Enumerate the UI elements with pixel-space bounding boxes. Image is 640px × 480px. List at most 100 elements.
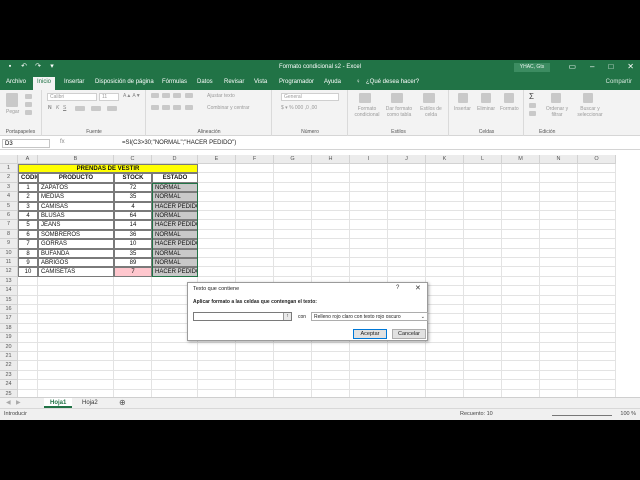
grid-cell[interactable]	[502, 258, 540, 268]
grid-cell[interactable]	[540, 192, 578, 202]
grid-cell[interactable]	[312, 220, 350, 230]
column-header[interactable]: E	[198, 155, 236, 164]
align-right-icon[interactable]	[173, 105, 181, 110]
grid-cell[interactable]	[38, 333, 114, 343]
grid-cell[interactable]	[38, 295, 114, 305]
column-header[interactable]: N	[540, 155, 578, 164]
tab-programador[interactable]: Programador	[279, 79, 314, 85]
grid-cell[interactable]	[18, 352, 38, 362]
help-icon[interactable]: ?	[396, 285, 399, 291]
grid-cell[interactable]	[464, 229, 502, 240]
table-header[interactable]: STOCK	[114, 173, 152, 183]
tab-disposicion[interactable]: Disposición de página	[95, 79, 154, 85]
row-header[interactable]: 19	[0, 333, 18, 343]
grid-cell[interactable]	[578, 229, 616, 240]
grid-cell[interactable]	[198, 164, 236, 174]
insert-function-icon[interactable]: fx	[60, 139, 65, 145]
row-header[interactable]: 15	[0, 295, 18, 305]
table-cell[interactable]: 14	[114, 220, 152, 230]
grid-cell[interactable]	[426, 220, 464, 230]
grid-cell[interactable]	[198, 352, 236, 362]
find-select-icon[interactable]	[583, 93, 593, 103]
grid-cell[interactable]	[426, 342, 464, 352]
grid-cell[interactable]	[350, 211, 388, 221]
grid-cell[interactable]	[38, 305, 114, 315]
grid-cell[interactable]	[540, 220, 578, 230]
grid-cell[interactable]	[578, 286, 616, 296]
grid-cell[interactable]	[198, 201, 236, 211]
grid-cell[interactable]	[540, 361, 578, 371]
grid-cell[interactable]	[312, 164, 350, 174]
table-cell[interactable]: 10	[18, 267, 38, 277]
format-cells-button[interactable]: Formato	[500, 106, 519, 112]
grid-cell[interactable]	[540, 239, 578, 249]
grid-cell[interactable]	[426, 182, 464, 193]
grid-cell[interactable]	[426, 352, 464, 362]
number-buttons[interactable]: $ ▾ % 000 ,0 ,00	[281, 105, 317, 111]
grid-cell[interactable]	[198, 229, 236, 240]
grid-cell[interactable]	[540, 267, 578, 277]
grid-cell[interactable]	[350, 342, 388, 352]
column-header[interactable]: D	[152, 155, 198, 164]
grid-cell[interactable]	[502, 333, 540, 343]
table-cell[interactable]: 4	[114, 201, 152, 211]
insert-cells-button[interactable]: Insertar	[454, 106, 471, 112]
grid-cell[interactable]	[388, 229, 426, 240]
grid-cell[interactable]	[426, 305, 464, 315]
row-header[interactable]: 13	[0, 276, 18, 287]
bold-icon[interactable]: N	[48, 105, 52, 111]
add-sheet-icon[interactable]: ⊕	[119, 398, 126, 407]
grid-cell[interactable]	[540, 258, 578, 268]
grid-cell[interactable]	[578, 173, 616, 183]
grid-cell[interactable]	[350, 258, 388, 268]
formula-input[interactable]: =SI(C3>30;"NORMAL";"HACER PEDIDO")	[122, 139, 236, 148]
grid-cell[interactable]	[114, 276, 152, 287]
grid-cell[interactable]	[464, 342, 502, 352]
number-format-select[interactable]: General	[281, 93, 339, 101]
row-header[interactable]: 20	[0, 342, 18, 352]
close-icon[interactable]: ✕	[415, 284, 421, 292]
grid-cell[interactable]	[464, 248, 502, 258]
grid-cell[interactable]	[274, 220, 312, 230]
insert-cells-icon[interactable]	[458, 93, 468, 103]
table-cell[interactable]: CAMISETAS	[38, 267, 114, 277]
font-name-select[interactable]: Calibri	[47, 93, 97, 101]
table-cell[interactable]: ZAPATOS	[38, 182, 114, 193]
grid-cell[interactable]	[578, 276, 616, 287]
grid-cell[interactable]	[540, 352, 578, 362]
grid-cell[interactable]	[38, 314, 114, 324]
align-left-icon[interactable]	[151, 105, 159, 110]
grid-cell[interactable]	[388, 182, 426, 193]
table-cell[interactable]: BUFANDA	[38, 248, 114, 258]
fill-icon[interactable]	[529, 103, 536, 108]
grid-cell[interactable]	[18, 370, 38, 381]
grid-cell[interactable]	[464, 192, 502, 202]
grid-cell[interactable]	[114, 352, 152, 362]
tab-ayuda[interactable]: Ayuda	[324, 79, 341, 85]
grid-cell[interactable]	[540, 323, 578, 334]
table-cell[interactable]: 64	[114, 211, 152, 221]
format-table-button[interactable]: Dar formato como tabla	[385, 106, 413, 118]
table-cell[interactable]: ABRIGOS	[38, 258, 114, 268]
user-account[interactable]: YHAC, Gts	[514, 63, 550, 72]
range-picker-icon[interactable]: ↑	[283, 313, 291, 320]
grid-cell[interactable]	[388, 352, 426, 362]
table-cell[interactable]: 10	[114, 239, 152, 249]
grid-cell[interactable]	[152, 342, 198, 352]
grid-cell[interactable]	[464, 305, 502, 315]
table-cell[interactable]: 2	[18, 192, 38, 202]
grid-cell[interactable]	[426, 286, 464, 296]
grid-cell[interactable]	[198, 192, 236, 202]
grid-cell[interactable]	[464, 323, 502, 334]
grid-cell[interactable]	[540, 286, 578, 296]
grid-cell[interactable]	[198, 370, 236, 381]
close-icon[interactable]: ✕	[627, 62, 634, 71]
table-cell[interactable]: SOMBREROS	[38, 229, 114, 240]
grid-cell[interactable]	[312, 361, 350, 371]
grid-cell[interactable]	[38, 342, 114, 352]
grid-cell[interactable]	[350, 380, 388, 390]
clear-icon[interactable]	[529, 111, 536, 116]
align-middle-icon[interactable]	[162, 93, 170, 98]
grid-cell[interactable]	[426, 314, 464, 324]
paste-icon[interactable]	[6, 93, 18, 107]
